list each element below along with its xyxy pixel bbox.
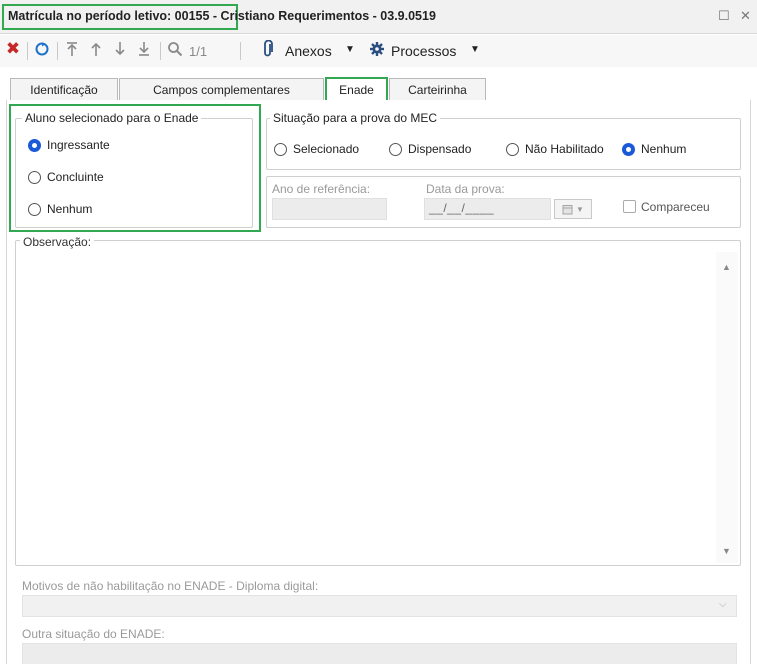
compareceu-label: Compareceu [641, 200, 710, 214]
radio-nenhum-aluno[interactable]: Nenhum [28, 202, 92, 216]
next-record-icon[interactable] [111, 38, 129, 60]
tab-enade-highlight [325, 77, 388, 102]
observacao-label: Observação: [20, 235, 95, 249]
situacao-group-legend: Situação para a prova do MEC [270, 111, 441, 125]
radio-selected-icon[interactable] [622, 142, 635, 156]
search-icon[interactable] [165, 38, 185, 60]
title-highlight-text: Matrícula no período letivo: 00155 [8, 9, 210, 23]
motivos-label: Motivos de não habilitação no ENADE - Di… [22, 579, 319, 593]
chevron-down-icon[interactable]: ⌵ [719, 599, 727, 610]
last-record-icon[interactable] [135, 38, 153, 60]
tab-identificacao[interactable]: Identificação [10, 78, 118, 100]
compareceu-checkbox[interactable] [623, 200, 636, 213]
title-rest-text: - Cristiano Requerimentos - 03.9.0519 [209, 9, 436, 23]
toolbar-separator [240, 42, 241, 60]
radio-label: Dispensado [408, 142, 472, 156]
tab-carteirinha[interactable]: Carteirinha [389, 78, 486, 100]
tab-campos-complementares[interactable]: Campos complementares [119, 78, 324, 100]
previous-record-icon[interactable] [87, 38, 105, 60]
outra-situacao-label: Outra situação do ENADE: [22, 627, 165, 641]
delete-icon[interactable]: ✖ [4, 38, 22, 60]
outra-situacao-input[interactable] [22, 643, 737, 664]
radio-selecionado[interactable]: Selecionado [274, 142, 359, 156]
close-icon[interactable]: ✕ [740, 8, 751, 24]
radio-label: Nenhum [641, 142, 687, 156]
processos-button[interactable]: Processos [391, 43, 456, 59]
first-record-icon[interactable] [63, 38, 81, 60]
radio-unselected-icon[interactable] [28, 170, 41, 184]
radio-ingressante[interactable]: Ingressante [28, 138, 110, 152]
toolbar-separator [27, 42, 28, 60]
radio-label: Concluinte [47, 170, 104, 184]
ano-referencia-input[interactable] [272, 198, 387, 220]
radio-nao-habilitado[interactable]: Não Habilitado [506, 142, 604, 156]
calendar-icon [562, 204, 573, 214]
radio-label: Ingressante [47, 138, 110, 152]
restore-icon[interactable]: ☐ [718, 8, 730, 24]
record-pager: 1/1 [189, 44, 208, 59]
anexos-dropdown-icon[interactable]: ▼ [344, 38, 356, 60]
radio-concluinte[interactable]: Concluinte [28, 170, 104, 184]
radio-label: Selecionado [293, 142, 360, 156]
anexos-button[interactable]: Anexos [285, 43, 332, 59]
toolbar-separator [160, 42, 161, 60]
observacao-scrollbar[interactable] [716, 252, 738, 563]
processos-dropdown-icon[interactable]: ▼ [469, 38, 481, 60]
radio-nenhum-situacao[interactable]: Nenhum [622, 142, 686, 156]
ano-referencia-label: Ano de referência: [272, 182, 371, 196]
paperclip-icon[interactable] [260, 38, 276, 60]
radio-label: Nenhum [47, 202, 93, 216]
data-prova-label: Data da prova: [426, 182, 505, 196]
scroll-up-icon[interactable]: ▲ [722, 262, 731, 272]
refresh-icon[interactable] [32, 38, 52, 60]
motivos-select[interactable] [22, 595, 737, 617]
gear-icon[interactable] [368, 38, 386, 60]
window-title: Matrícula no período letivo: 00155 - Cri… [8, 9, 436, 23]
radio-selected-icon[interactable] [28, 138, 41, 152]
chevron-down-icon: ▼ [576, 204, 584, 214]
radio-label: Não Habilitado [525, 142, 604, 156]
radio-unselected-icon[interactable] [389, 142, 402, 156]
toolbar-separator [57, 42, 58, 60]
radio-dispensado[interactable]: Dispensado [389, 142, 471, 156]
radio-unselected-icon[interactable] [28, 202, 41, 216]
calendar-button[interactable]: ▼ [554, 199, 592, 219]
radio-unselected-icon[interactable] [506, 142, 519, 156]
radio-unselected-icon[interactable] [274, 142, 287, 156]
aluno-group-legend: Aluno selecionado para o Enade [22, 111, 202, 125]
data-prova-mask: __/__/____ [429, 201, 495, 215]
scroll-down-icon[interactable]: ▼ [722, 546, 731, 556]
observacao-textarea[interactable] [19, 252, 713, 563]
